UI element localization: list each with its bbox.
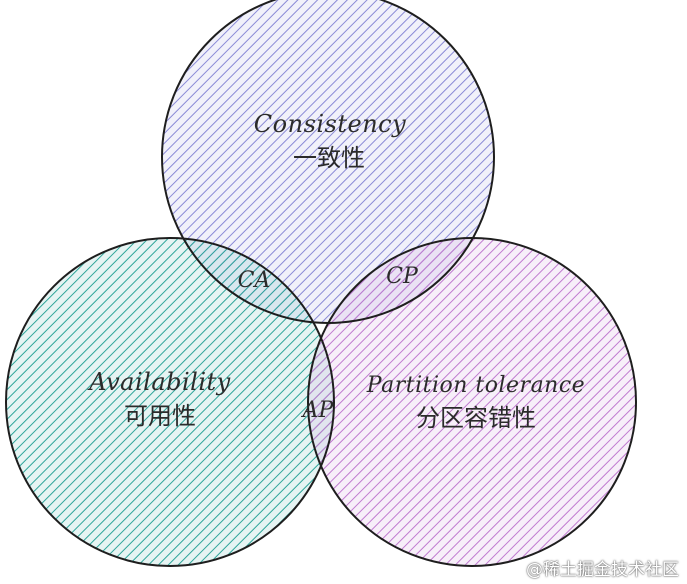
consistency-label-en: Consistency: [254, 110, 406, 138]
partition-label-zh: 分区容错性: [416, 404, 536, 432]
cap-venn-diagram: Consistency 一致性 Availability 可用性 Partiti…: [0, 0, 687, 584]
consistency-label-zh: 一致性: [293, 144, 365, 172]
partition-label-en: Partition tolerance: [366, 373, 585, 398]
watermark: @稀土掘金技术社区: [526, 560, 679, 580]
overlap-label-ap: AP: [301, 398, 335, 423]
venn-svg: Consistency 一致性 Availability 可用性 Partiti…: [5, 0, 637, 567]
availability-label-zh: 可用性: [124, 402, 196, 430]
overlap-label-ca: CA: [238, 268, 271, 293]
overlap-label-cp: CP: [386, 264, 419, 289]
partition-circle-hatch: [308, 238, 636, 566]
availability-label-en: Availability: [87, 368, 230, 396]
